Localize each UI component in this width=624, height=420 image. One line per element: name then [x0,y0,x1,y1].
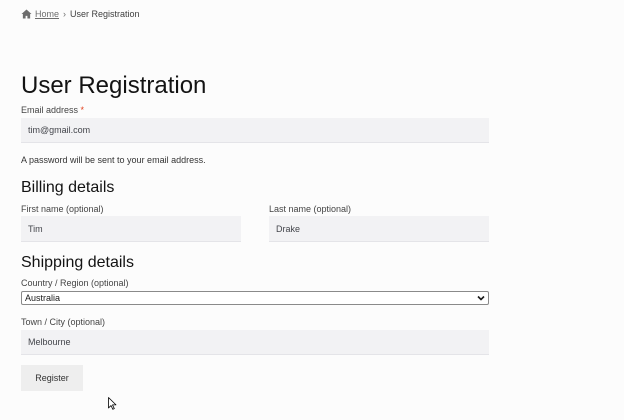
first-name-field[interactable] [21,216,241,242]
country-select-value: Australia [25,293,61,303]
password-note: A password will be sent to your email ad… [21,155,206,165]
breadcrumb-separator: › [63,9,67,19]
city-label: Town / City (optional) [21,317,106,327]
register-button[interactable]: Register [21,365,83,391]
home-icon [21,9,32,19]
breadcrumb: Home › User Registration [21,9,140,19]
breadcrumb-current: User Registration [70,9,140,19]
shipping-details-heading: Shipping details [21,254,134,271]
email-field[interactable] [21,118,489,143]
last-name-label: Last name (optional) [269,204,352,214]
mouse-pointer-icon [108,397,117,410]
page-title: User Registration [21,72,207,99]
breadcrumb-home-link[interactable]: Home [35,9,59,19]
email-label-text: Email address [21,105,79,115]
last-name-field[interactable] [269,216,489,242]
city-field[interactable] [21,330,489,355]
billing-details-heading: Billing details [21,179,115,196]
country-label: Country / Region (optional) [21,278,129,288]
chevron-down-icon [477,295,485,301]
country-select[interactable]: Australia [21,291,489,305]
required-mark: * [80,105,85,115]
first-name-label: First name (optional) [21,204,104,214]
email-label: Email address * [21,105,84,116]
